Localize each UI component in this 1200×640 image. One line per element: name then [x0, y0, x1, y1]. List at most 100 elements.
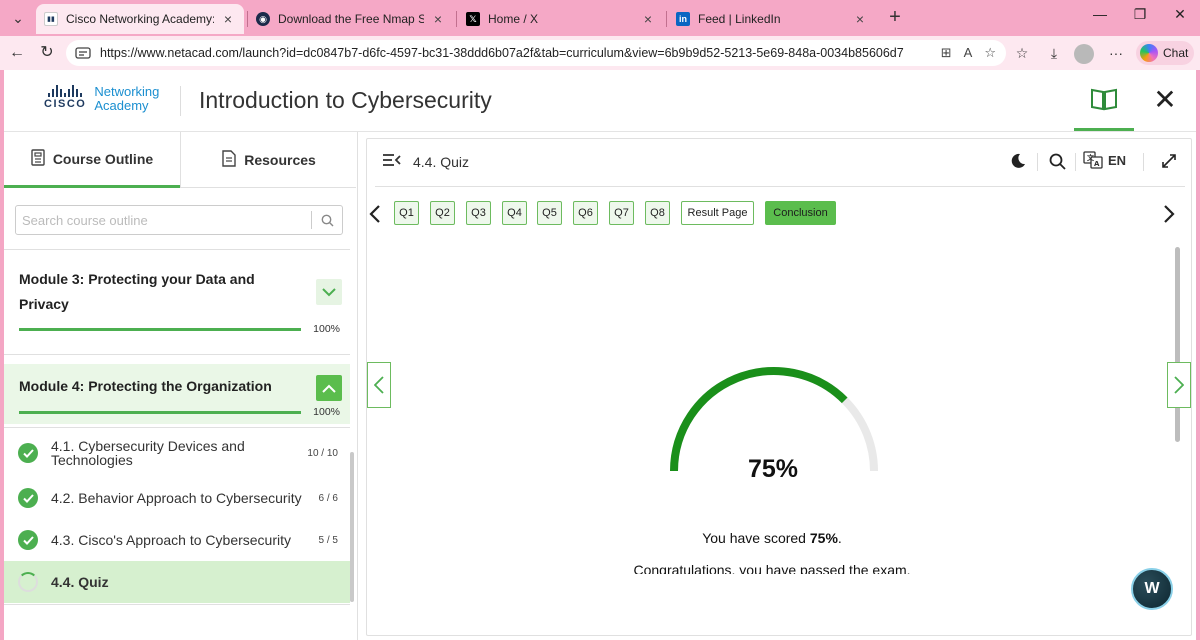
conclusion-button[interactable]: Conclusion: [765, 201, 836, 225]
svg-text:A: A: [1094, 160, 1100, 168]
browser-tab-netacad[interactable]: ▮▮ Cisco Networking Academy: Introductio…: [36, 4, 244, 34]
tab-label: Resources: [244, 152, 316, 168]
lesson-title: 4.3. Cisco's Approach to Cybersecurity: [51, 532, 292, 548]
lesson-title: 4.4. Quiz: [51, 574, 109, 590]
lesson-item[interactable]: 4.3. Cisco's Approach to Cybersecurity 5…: [4, 519, 350, 561]
site-info-icon[interactable]: [74, 45, 92, 61]
app-available-icon[interactable]: ⊞: [941, 45, 952, 61]
toolbar-divider: [1075, 153, 1076, 171]
search-icon[interactable]: [1049, 153, 1066, 175]
language-selector[interactable]: 文A EN: [1083, 151, 1126, 169]
content-scrollbar[interactable]: [1175, 247, 1180, 442]
in-progress-spinner-icon: [18, 572, 38, 592]
profile-avatar-icon[interactable]: [1074, 44, 1094, 64]
tab-separator: [456, 11, 457, 27]
x-logo-favicon-icon: 𝕏: [466, 12, 480, 26]
congrats-text: Congratulations, you have passed the exa…: [633, 564, 911, 574]
lesson-title: 4.1. Cybersecurity Devices and Technolog…: [51, 438, 245, 468]
course-title: Introduction to Cybersecurity: [199, 87, 492, 113]
dark-mode-moon-icon[interactable]: [1010, 153, 1026, 174]
browser-tab-x[interactable]: 𝕏 Home / X ×: [458, 4, 664, 34]
sidebar-scrollbar[interactable]: [350, 452, 354, 602]
search-icon[interactable]: [312, 214, 342, 227]
back-arrow-icon[interactable]: ←: [6, 42, 28, 64]
cisco-networking-academy-logo[interactable]: CISCO Networking Academy: [44, 85, 159, 113]
close-course-icon[interactable]: ✕: [1149, 84, 1181, 116]
downloads-icon[interactable]: ⤓: [1044, 45, 1064, 62]
read-aloud-icon[interactable]: A: [964, 45, 973, 61]
more-options-icon[interactable]: ···: [1106, 45, 1126, 61]
course-sidebar: Course Outline Resources Module 3: Prote…: [4, 132, 358, 640]
browser-tab-linkedin[interactable]: in Feed | LinkedIn ×: [668, 4, 876, 34]
score-suffix: .: [837, 530, 842, 546]
quiz-question-button[interactable]: Q1: [394, 201, 419, 225]
tab-close-icon[interactable]: ×: [220, 11, 236, 27]
tab-resources[interactable]: Resources: [181, 132, 357, 188]
module-progress-bar: [19, 328, 301, 331]
module-progress-pct: 100%: [313, 406, 340, 418]
search-input[interactable]: [16, 207, 311, 233]
browser-tab-bar: ⌄ ▮▮ Cisco Networking Academy: Introduct…: [0, 0, 1200, 36]
toggle-outline-menu-icon[interactable]: [383, 153, 401, 172]
logo-line-2: Academy: [94, 98, 149, 113]
url-text[interactable]: https://www.netacad.com/launch?id=dc0847…: [100, 46, 941, 60]
lesson-count: 5 / 5: [318, 535, 338, 546]
previous-page-chevron-icon[interactable]: [367, 362, 391, 408]
lesson-item-current[interactable]: 4.4. Quiz: [4, 561, 350, 603]
window-close-icon[interactable]: ✕: [1168, 6, 1192, 23]
divider: [4, 249, 350, 250]
expand-chevron-down-icon[interactable]: [316, 279, 342, 305]
tab-close-icon[interactable]: ×: [640, 11, 656, 27]
module-3[interactable]: Module 3: Protecting your Data and Priva…: [4, 262, 350, 352]
favorite-star-icon[interactable]: ☆: [984, 45, 996, 61]
outline-doc-icon: [31, 148, 45, 169]
quiz-nav-next-chevron-icon[interactable]: [1163, 203, 1175, 229]
open-book-button[interactable]: [1074, 70, 1134, 131]
tab-close-icon[interactable]: ×: [852, 11, 868, 27]
quiz-question-button[interactable]: Q4: [502, 201, 527, 225]
quiz-nav-prev-chevron-icon[interactable]: [369, 203, 381, 229]
translate-icon: 文A: [1083, 151, 1103, 169]
module-progress-bar: [19, 411, 301, 414]
new-tab-plus-icon[interactable]: +: [884, 7, 906, 27]
divider: [4, 604, 350, 605]
browser-toolbar: ← ↻ https://www.netacad.com/launch?id=dc…: [0, 36, 1200, 70]
next-page-chevron-icon[interactable]: [1167, 362, 1191, 408]
module-title[interactable]: Module 4: Protecting the Organization: [19, 374, 279, 399]
floating-assistant-icon[interactable]: W: [1131, 568, 1173, 610]
nmap-eye-favicon-icon: ◉: [256, 12, 270, 26]
fullscreen-expand-icon[interactable]: [1161, 153, 1177, 174]
chat-label: Chat: [1163, 46, 1189, 60]
netacad-page: CISCO Networking Academy Introduction to…: [4, 70, 1196, 640]
congratulations-message: Congratulations, you have passed the exa…: [567, 564, 977, 574]
tab-course-outline[interactable]: Course Outline: [4, 132, 180, 188]
copilot-chat-button[interactable]: Chat: [1136, 41, 1194, 65]
quiz-question-button[interactable]: Q2: [430, 201, 455, 225]
module-title[interactable]: Module 3: Protecting your Data and Priva…: [19, 267, 279, 317]
minimize-icon[interactable]: —: [1088, 6, 1112, 22]
tab-close-icon[interactable]: ×: [430, 11, 446, 27]
quiz-question-button[interactable]: Q6: [573, 201, 598, 225]
check-icon: [18, 530, 38, 550]
result-page-button[interactable]: Result Page: [681, 201, 754, 225]
favorites-icon[interactable]: ☆: [1012, 45, 1032, 62]
tab-title: Feed | LinkedIn: [698, 12, 781, 26]
browser-tab-nmap[interactable]: ◉ Download the Free Nmap Security Scanne…: [248, 4, 454, 34]
quiz-question-button[interactable]: Q8: [645, 201, 670, 225]
lesson-item[interactable]: 4.1. Cybersecurity Devices and Technolog…: [4, 432, 350, 474]
score-message: You have scored 75%.: [607, 530, 937, 546]
quiz-question-button[interactable]: Q7: [609, 201, 634, 225]
score-percentage: 75%: [747, 455, 799, 483]
resources-doc-icon: [222, 150, 236, 170]
score-value: 75%: [809, 530, 838, 546]
collapse-chevron-up-icon[interactable]: [316, 375, 342, 401]
lesson-title: 4.2. Behavior Approach to Cybersecurity: [51, 490, 302, 506]
reload-icon[interactable]: ↻: [36, 42, 58, 64]
restore-icon[interactable]: ❐: [1128, 6, 1152, 23]
lesson-item[interactable]: 4.2. Behavior Approach to Cybersecurity …: [4, 477, 350, 519]
quiz-question-button[interactable]: Q3: [466, 201, 491, 225]
module-4[interactable]: Module 4: Protecting the Organization 10…: [4, 364, 350, 424]
quiz-question-button[interactable]: Q5: [537, 201, 562, 225]
tab-actions-chevron-icon[interactable]: ⌄: [6, 6, 30, 30]
address-bar[interactable]: https://www.netacad.com/launch?id=dc0847…: [66, 40, 1006, 66]
